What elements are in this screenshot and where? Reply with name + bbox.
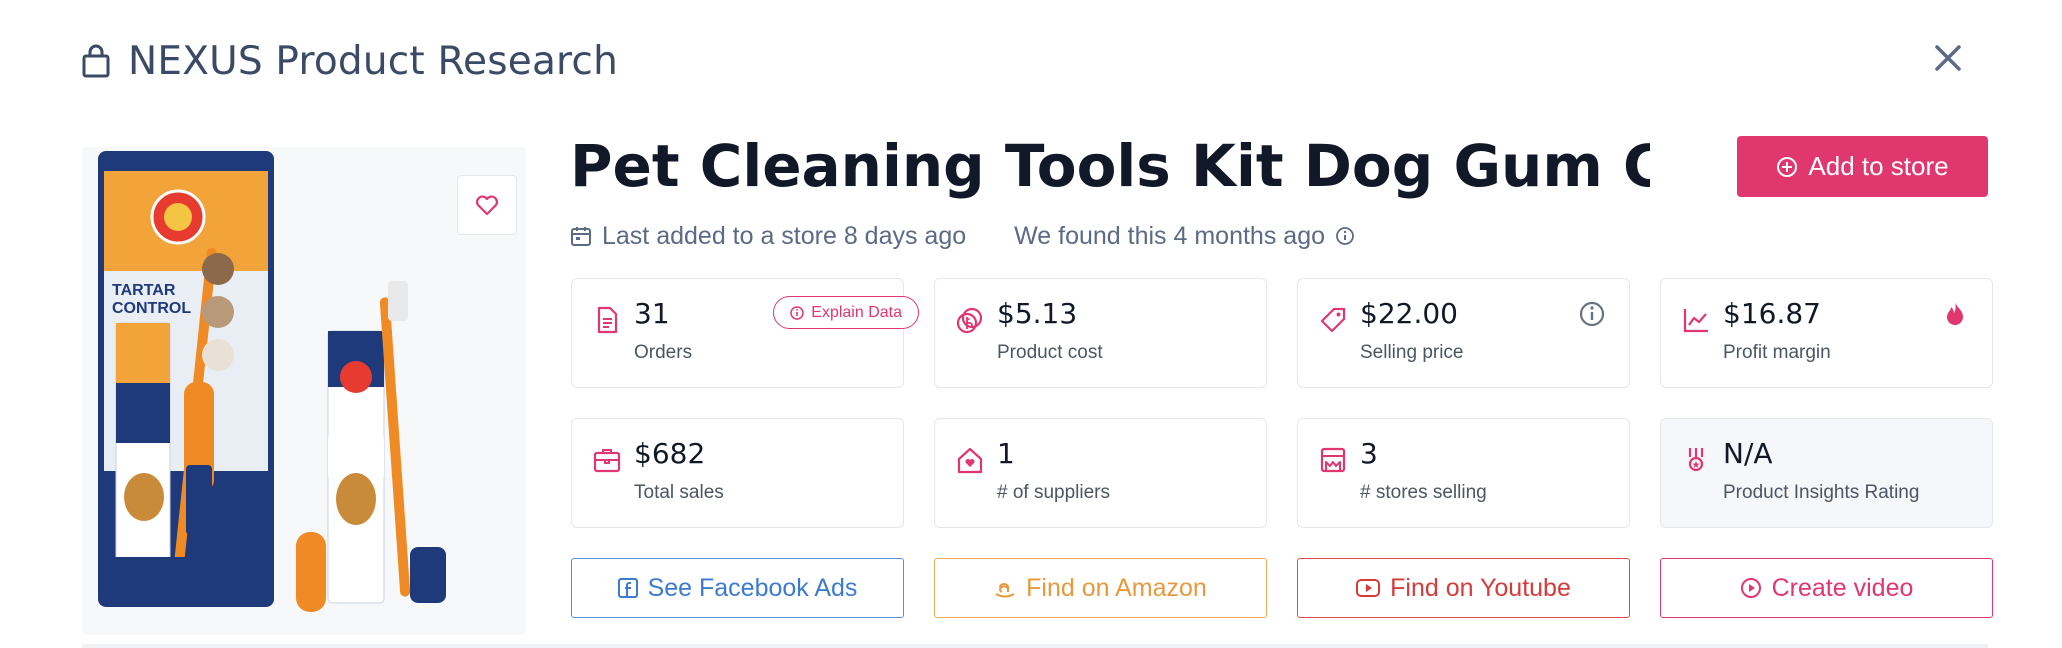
- coins-icon: [956, 307, 983, 334]
- found-text: We found this 4 months ago: [1014, 221, 1325, 250]
- stat-card-stores-selling: 3 # stores selling: [1297, 418, 1630, 528]
- found-info: We found this 4 months ago: [1014, 222, 1355, 251]
- stat-label: Total sales: [634, 482, 724, 503]
- stat-card-insights-rating: N/A Product Insights Rating: [1660, 418, 1993, 528]
- stat-value: $22.00: [1360, 297, 1458, 330]
- app-title: NEXUS Product Research: [128, 38, 618, 84]
- facebook-icon: [617, 578, 638, 598]
- stat-value: 1: [997, 437, 1015, 470]
- stat-card-suppliers: 1 # of suppliers: [934, 418, 1267, 528]
- stat-label: Orders: [634, 342, 693, 363]
- last-added-info: Last added to a store 8 days ago: [570, 222, 966, 251]
- create-video-button[interactable]: Create video: [1660, 558, 1993, 618]
- stat-value: 31: [634, 297, 670, 330]
- shopping-bag-icon: [82, 44, 110, 78]
- stat-label: # stores selling: [1360, 482, 1487, 503]
- stat-value: $16.87: [1723, 297, 1821, 330]
- stat-label: Product Insights Rating: [1723, 482, 1920, 503]
- last-added-text: Last added to a store 8 days ago: [602, 221, 967, 250]
- info-icon[interactable]: [1577, 299, 1607, 329]
- product-meta: Last added to a store 8 days ago We foun…: [570, 218, 1355, 254]
- modal-header: NEXUS Product Research: [82, 36, 618, 86]
- find-on-youtube-label: Find on Youtube: [1390, 573, 1571, 602]
- fire-icon: [1947, 302, 1963, 325]
- calendar-icon: [571, 227, 591, 246]
- product-title: Pet Cleaning Tools Kit Dog Gum Care ...: [570, 132, 1650, 200]
- award-icon: [1688, 448, 1704, 472]
- stat-card-selling-price: $22.00 Selling price: [1297, 278, 1630, 388]
- find-on-amazon-button[interactable]: Find on Amazon: [934, 558, 1267, 618]
- explain-data-button[interactable]: Explain Data: [773, 296, 919, 329]
- explain-data-label: Explain Data: [811, 303, 902, 321]
- document-icon: [597, 306, 618, 334]
- svg-text:CONTROL: CONTROL: [112, 300, 191, 317]
- stat-card-orders: 31 Orders Explain Data: [571, 278, 919, 388]
- stat-card-product-cost: $5.13 Product cost: [934, 278, 1267, 388]
- plus-circle-icon: [1777, 156, 1798, 177]
- store-icon: [1320, 447, 1346, 473]
- info-icon: [790, 305, 805, 320]
- play-circle-icon: [1740, 578, 1761, 598]
- stat-value: N/A: [1723, 437, 1773, 470]
- add-to-store-button[interactable]: Add to store: [1737, 136, 1988, 197]
- find-on-amazon-label: Find on Amazon: [1026, 573, 1207, 602]
- stat-card-profit-margin: $16.87 Profit margin: [1660, 278, 1993, 388]
- stat-value: $682: [634, 437, 706, 470]
- add-to-store-label: Add to store: [1808, 151, 1949, 181]
- favorite-button[interactable]: [457, 175, 517, 235]
- briefcase-icon: [593, 449, 621, 473]
- price-tag-icon: [1320, 307, 1346, 333]
- stat-label: Profit margin: [1723, 342, 1831, 363]
- svg-text:TARTAR: TARTAR: [112, 282, 176, 299]
- close-icon: [1935, 45, 1961, 71]
- info-icon[interactable]: [1335, 226, 1355, 246]
- supplier-house-icon: [957, 447, 983, 474]
- stat-label: Product cost: [997, 342, 1103, 363]
- stat-value: $5.13: [997, 297, 1078, 330]
- see-facebook-ads-label: See Facebook Ads: [647, 573, 858, 602]
- section-divider: [82, 644, 1988, 648]
- youtube-icon: [1356, 579, 1381, 597]
- amazon-icon: [995, 583, 1015, 598]
- heart-icon: [476, 195, 498, 216]
- find-on-youtube-button[interactable]: Find on Youtube: [1297, 558, 1630, 618]
- trend-chart-icon: [1683, 309, 1708, 333]
- stat-card-total-sales: $682 Total sales: [571, 418, 904, 528]
- stat-label: # of suppliers: [997, 482, 1111, 503]
- stat-value: 3: [1360, 437, 1378, 470]
- see-facebook-ads-button[interactable]: See Facebook Ads: [571, 558, 904, 618]
- create-video-label: Create video: [1771, 573, 1914, 602]
- stat-label: Selling price: [1360, 342, 1464, 363]
- close-button[interactable]: [1928, 38, 1968, 78]
